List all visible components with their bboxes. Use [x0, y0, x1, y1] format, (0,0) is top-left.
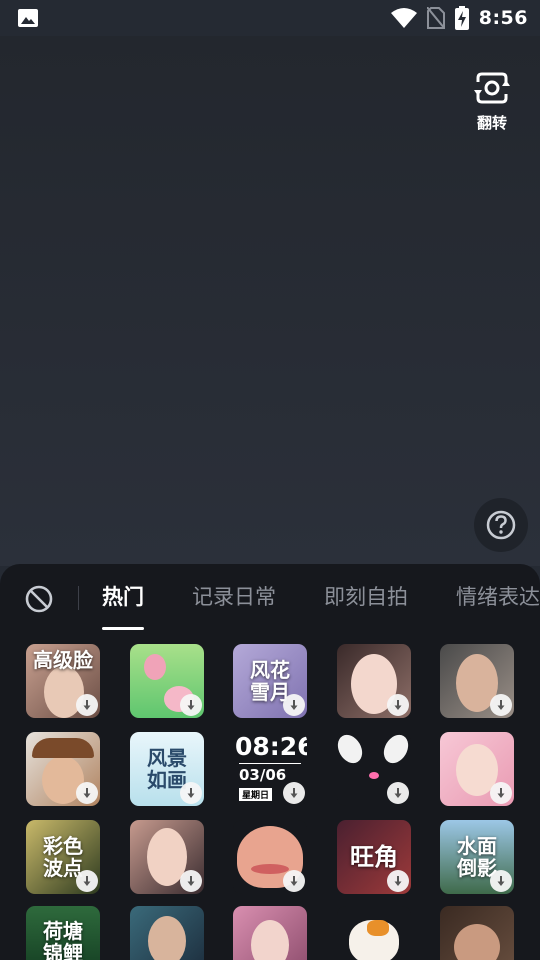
download-icon: [490, 694, 512, 716]
download-icon: [76, 782, 98, 804]
effect-item[interactable]: [440, 644, 514, 718]
flip-camera-button[interactable]: 翻转: [466, 68, 518, 138]
effect-item[interactable]: [440, 906, 514, 960]
effect-item[interactable]: [440, 732, 514, 806]
effect-item[interactable]: [337, 732, 411, 806]
effect-label: 荷塘 锦鲤: [43, 919, 83, 960]
effect-item[interactable]: [130, 820, 204, 894]
effect-item[interactable]: [337, 644, 411, 718]
effect-label: 旺角: [350, 843, 398, 871]
clock-time: 08:26: [235, 732, 307, 761]
image-icon: [18, 9, 38, 27]
no-sim-icon: [426, 7, 445, 29]
tab-separator: [78, 586, 79, 610]
no-effect-icon[interactable]: [24, 584, 54, 614]
effect-item[interactable]: 风景 如画: [130, 732, 204, 806]
flip-label: 翻转: [476, 114, 507, 132]
download-icon: [76, 694, 98, 716]
clock-weekday: 星期日: [239, 788, 273, 801]
effect-item[interactable]: [233, 820, 307, 894]
effect-item[interactable]: 08:26 03/06 星期日: [233, 732, 307, 806]
effect-item[interactable]: 高级脸: [26, 644, 100, 718]
status-time: 8:56: [478, 7, 528, 29]
effect-item[interactable]: [130, 644, 204, 718]
flip-camera-icon: [474, 72, 510, 104]
download-icon: [387, 694, 409, 716]
tab-selfie[interactable]: 即刻自拍: [324, 564, 408, 630]
camera-preview[interactable]: [0, 36, 540, 566]
clock-date: 03/06: [239, 766, 287, 784]
download-icon: [283, 870, 305, 892]
question-icon: [486, 510, 516, 540]
help-button[interactable]: [474, 498, 528, 552]
effect-item[interactable]: 彩色 波点: [26, 820, 100, 894]
effect-item[interactable]: 水面 倒影: [440, 820, 514, 894]
effect-item[interactable]: 风花 雪月: [233, 644, 307, 718]
tab-hot[interactable]: 热门: [102, 564, 144, 630]
tab-daily[interactable]: 记录日常: [192, 564, 276, 630]
download-icon: [490, 782, 512, 804]
download-icon: [180, 870, 202, 892]
effect-item[interactable]: [26, 732, 100, 806]
effects-panel: 热门 记录日常 即刻自拍 情绪表达 高级脸 风花 雪月 风景 如画 08:26 …: [0, 564, 540, 960]
effect-item[interactable]: [233, 906, 307, 960]
effect-tabs: 热门 记录日常 即刻自拍 情绪表达: [102, 564, 540, 630]
effect-item[interactable]: [130, 906, 204, 960]
effect-label: 高级脸: [33, 648, 93, 672]
download-icon: [180, 782, 202, 804]
download-icon: [283, 694, 305, 716]
effect-item[interactable]: [337, 906, 411, 960]
download-icon: [180, 694, 202, 716]
wifi-icon: [390, 8, 417, 28]
download-icon: [76, 870, 98, 892]
download-icon: [283, 782, 305, 804]
download-icon: [490, 870, 512, 892]
status-bar: 8:56: [0, 0, 540, 36]
battery-charging-icon: [454, 6, 469, 30]
effect-item[interactable]: 荷塘 锦鲤: [26, 906, 100, 960]
tab-emotion[interactable]: 情绪表达: [456, 564, 540, 630]
effect-item[interactable]: 旺角: [337, 820, 411, 894]
download-icon: [387, 782, 409, 804]
download-icon: [387, 870, 409, 892]
